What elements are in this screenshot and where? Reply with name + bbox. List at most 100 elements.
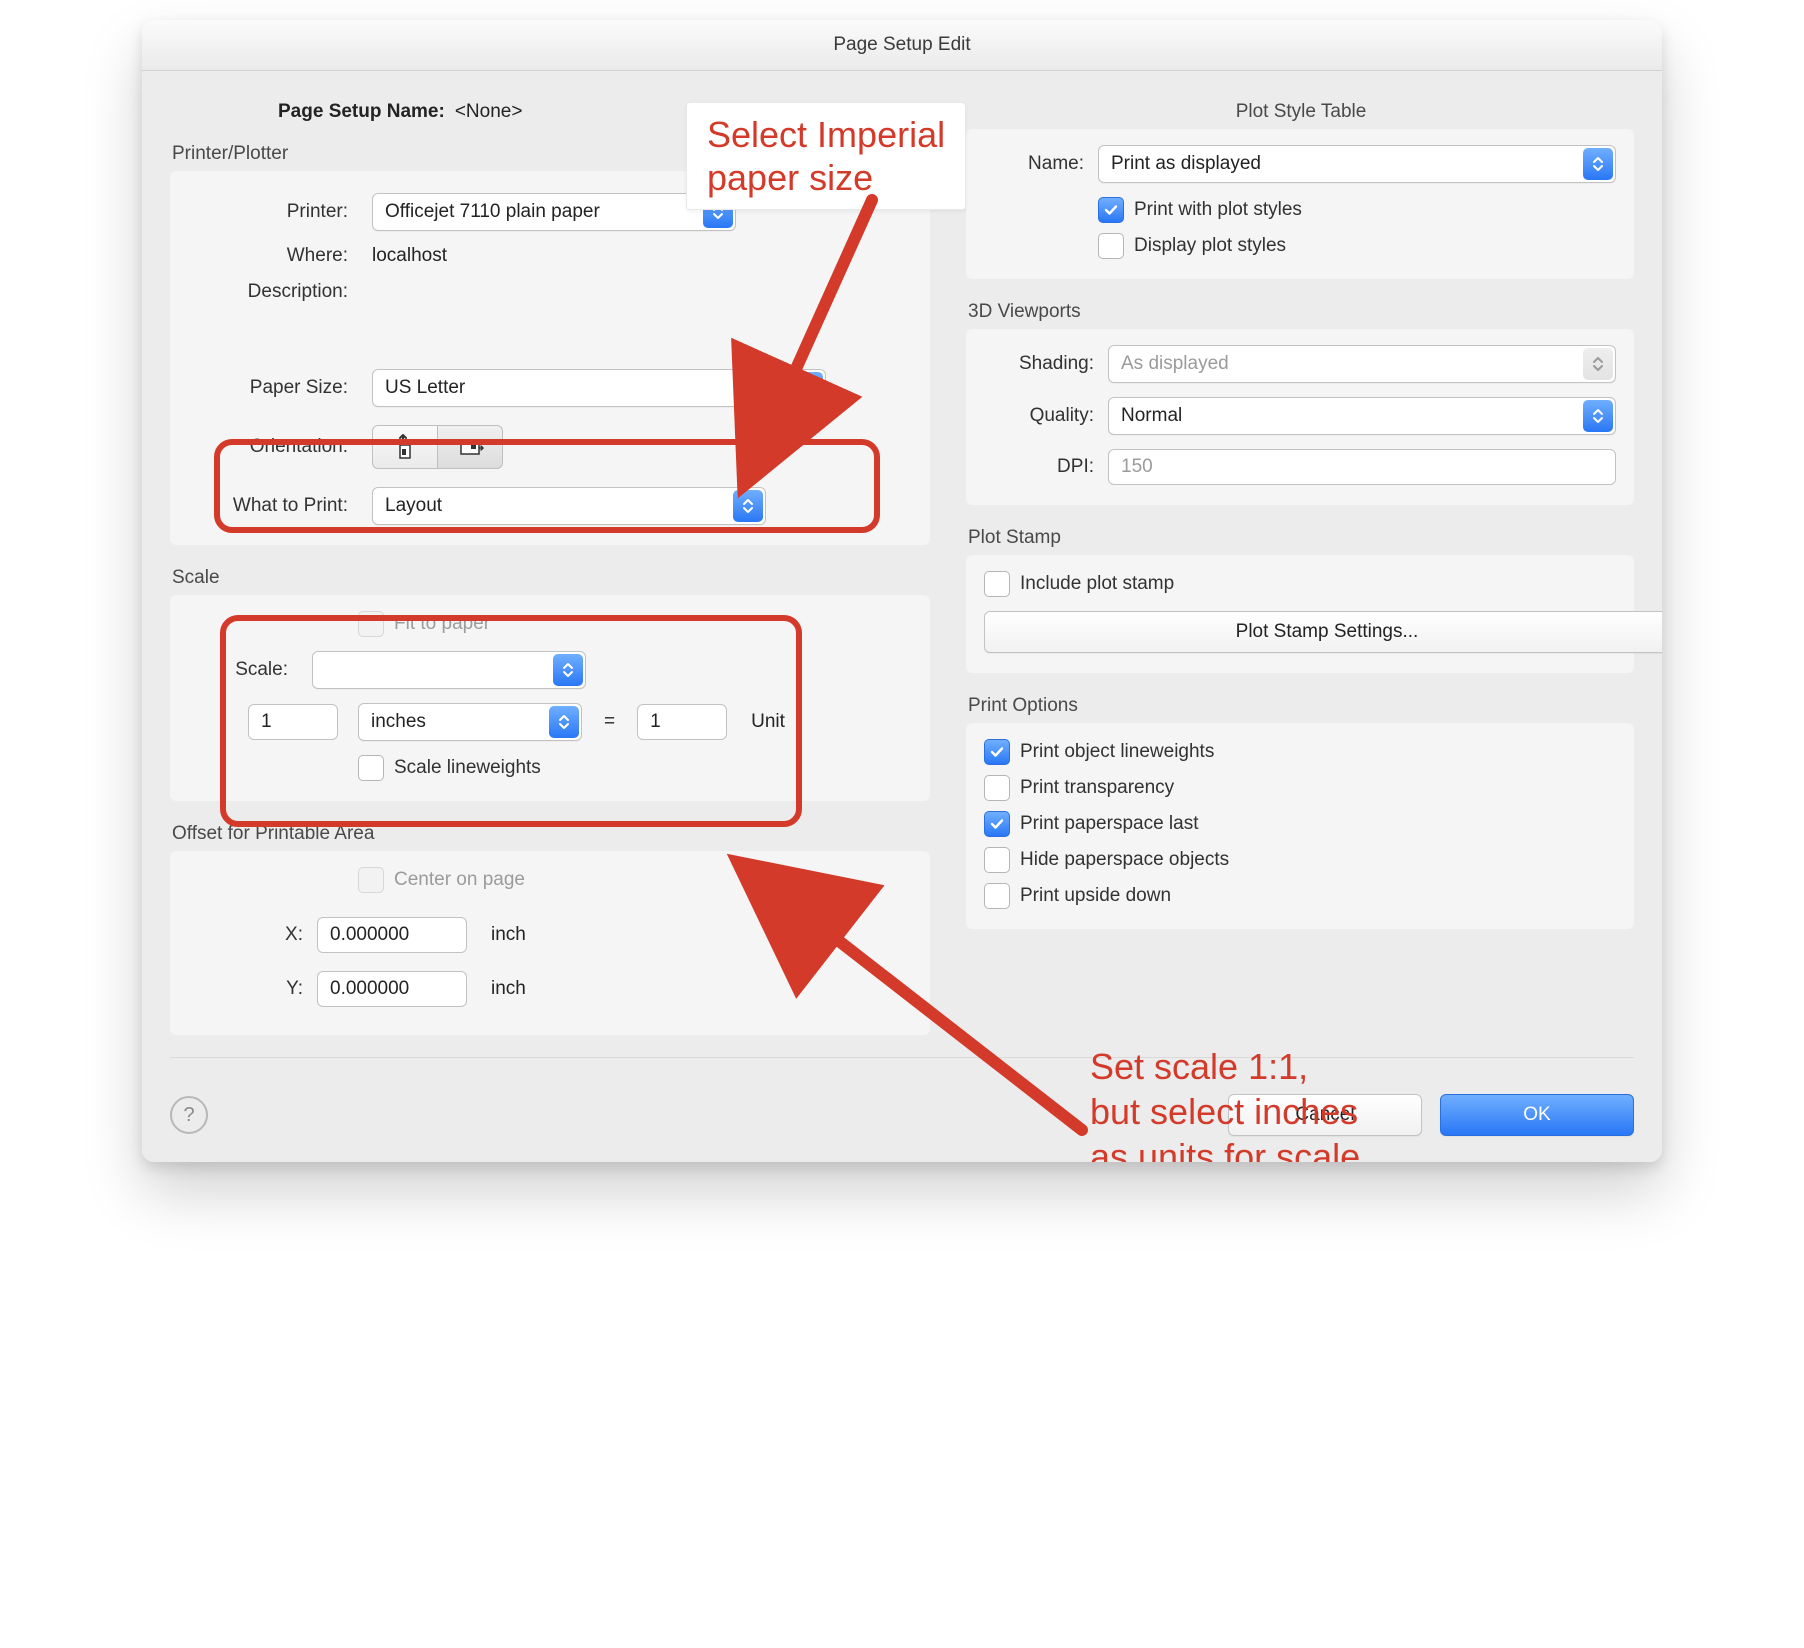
include-plot-stamp-checkbox[interactable] [984,571,1010,597]
plot-stamp-settings-button[interactable]: Plot Stamp Settings... [984,611,1662,653]
chevrons-icon [549,706,579,738]
print-paperspace-last-checkbox[interactable] [984,811,1010,837]
landscape-icon [455,432,485,462]
offset-x-input[interactable] [317,917,467,953]
viewports-3d-title: 3D Viewports [966,301,1634,323]
print-with-plot-styles-checkbox[interactable] [1098,197,1124,223]
offset-y-input[interactable] [317,971,467,1007]
print-paperspace-last-label: Print paperspace last [1020,813,1199,835]
chevrons-icon [1583,348,1613,380]
scale-group: Scale Fit to paper Scale: [170,567,930,801]
plot-style-title: Plot Style Table [966,101,1634,123]
orientation-label: Orientation: [188,436,348,458]
scale-left-value [259,710,327,734]
portrait-icon [390,432,420,462]
paper-size-select[interactable]: US Letter [372,369,826,407]
dpi-label: DPI: [984,456,1094,478]
chevrons-icon [1583,148,1613,180]
print-options-group: Print Options Print object lineweights P [966,695,1634,929]
page-setup-name-label: Page Setup Name: [278,101,445,123]
scale-right-value [648,710,716,734]
what-to-print-value: Layout [385,495,442,517]
cancel-button[interactable]: Cancel [1228,1094,1422,1136]
scale-title: Scale [170,567,930,589]
shading-value: As displayed [1121,353,1229,375]
dialog-content: Page Setup Name: <None> Printer/Plotter … [142,71,1662,1162]
hide-paperspace-checkbox[interactable] [984,847,1010,873]
scale-lineweights-label: Scale lineweights [394,757,541,779]
shading-label: Shading: [984,353,1094,375]
chevrons-icon [703,196,733,228]
divider [170,1057,1634,1058]
plot-stamp-settings-label: Plot Stamp Settings... [1236,621,1419,643]
plot-stamp-title: Plot Stamp [966,527,1634,549]
include-plot-stamp-label: Include plot stamp [1020,573,1174,595]
page-setup-dialog: Page Setup Edit Page Setup Name: <None> … [142,20,1662,1162]
page-setup-name-value: <None> [455,101,523,123]
scale-units-select[interactable]: inches [358,703,582,741]
quality-value: Normal [1121,405,1182,427]
offset-y-label: Y: [188,978,303,1000]
cancel-label: Cancel [1295,1104,1354,1126]
quality-select[interactable]: Normal [1108,397,1616,435]
fit-to-paper-checkbox [358,611,384,637]
plot-style-name-value: Print as displayed [1111,153,1261,175]
orientation-segment [372,425,503,469]
where-value: localhost [372,245,447,267]
paper-size-value: US Letter [385,377,465,399]
help-button[interactable]: ? [170,1096,208,1134]
display-plot-styles-checkbox[interactable] [1098,233,1124,259]
print-transparency-label: Print transparency [1020,777,1174,799]
plot-style-name-label: Name: [984,153,1084,175]
print-options-title: Print Options [966,695,1634,717]
print-with-plot-styles-label: Print with plot styles [1134,199,1302,221]
viewports-3d-group: 3D Viewports Shading: As displayed [966,301,1634,505]
orientation-portrait-button[interactable] [372,425,438,469]
scale-right-input[interactable] [637,704,727,740]
what-to-print-label: What to Print: [188,495,348,517]
what-to-print-select[interactable]: Layout [372,487,766,525]
printer-select[interactable]: Officejet 7110 plain paper [372,193,736,231]
scale-label: Scale: [188,659,288,681]
dpi-input [1108,449,1616,485]
scale-lineweights-checkbox[interactable] [358,755,384,781]
scale-select[interactable] [312,651,586,689]
hide-paperspace-label: Hide paperspace objects [1020,849,1229,871]
ok-button[interactable]: OK [1440,1094,1634,1136]
chevrons-icon [553,654,583,686]
page-setup-name-row: Page Setup Name: <None> [170,101,930,123]
ok-label: OK [1523,1104,1550,1126]
unit-label: Unit [751,711,785,733]
paper-size-label: Paper Size: [188,377,348,399]
quality-label: Quality: [984,405,1094,427]
offset-x-label: X: [188,924,303,946]
offset-group: Offset for Printable Area Center on page… [170,823,930,1035]
offset-x-unit: inch [491,924,526,946]
window-titlebar: Page Setup Edit [142,20,1662,71]
printer-plotter-title: Printer/Plotter [170,143,930,165]
printer-plotter-group: Printer/Plotter Printer: Officejet 7110 … [170,143,930,545]
print-lineweights-checkbox[interactable] [984,739,1010,765]
orientation-landscape-button[interactable] [438,425,503,469]
right-column: Plot Style Table Name: Print as displaye… [966,101,1634,1035]
display-plot-styles-label: Display plot styles [1134,235,1286,257]
dialog-footer: ? Cancel OK [170,1080,1634,1136]
left-column: Page Setup Name: <None> Printer/Plotter … [170,101,930,1035]
shading-select: As displayed [1108,345,1616,383]
description-label: Description: [188,281,348,303]
print-upside-down-checkbox[interactable] [984,883,1010,909]
print-transparency-checkbox[interactable] [984,775,1010,801]
offset-y-unit: inch [491,978,526,1000]
center-on-page-label: Center on page [394,869,525,891]
printer-label: Printer: [188,201,348,223]
chevrons-icon [793,372,823,404]
scale-units-value: inches [371,711,426,733]
plot-style-name-select[interactable]: Print as displayed [1098,145,1616,183]
print-upside-down-label: Print upside down [1020,885,1171,907]
offset-title: Offset for Printable Area [170,823,930,845]
scale-left-input[interactable] [248,704,338,740]
print-lineweights-label: Print object lineweights [1020,741,1214,763]
offset-y-value [328,977,456,1001]
offset-x-value [328,923,456,947]
chevrons-icon [1583,400,1613,432]
